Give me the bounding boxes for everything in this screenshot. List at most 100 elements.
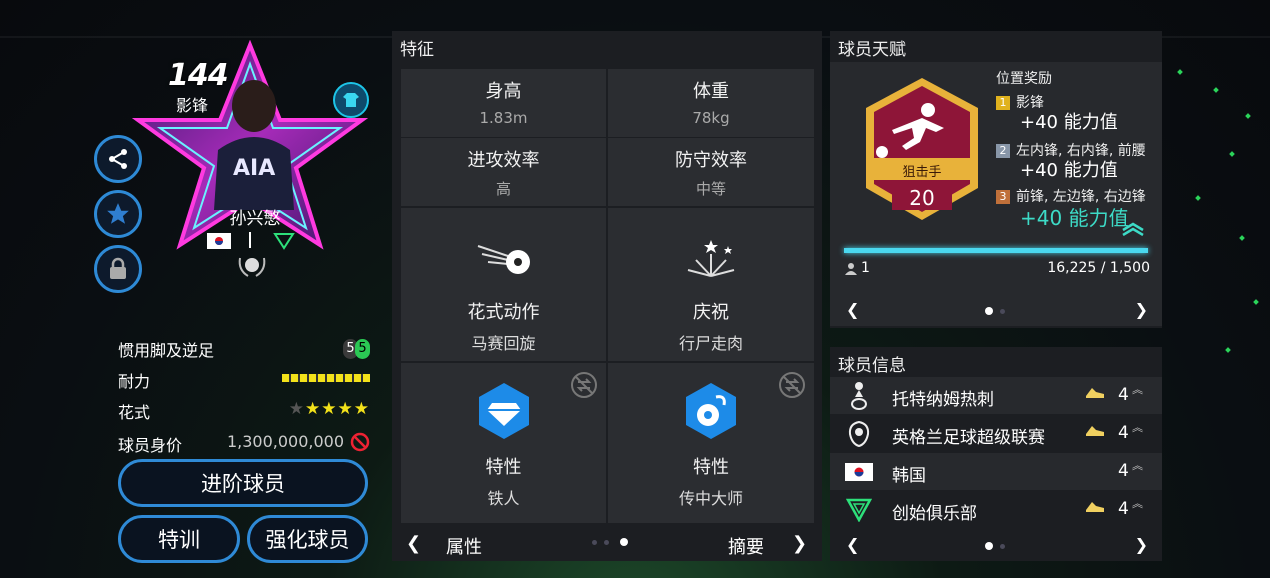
defense-rate-value: 中等 <box>695 180 726 198</box>
trait-cell-2[interactable]: 特性 传中大师 <box>608 363 814 523</box>
favorite-button[interactable] <box>94 190 142 238</box>
skill-star-icon: ★ <box>337 399 354 419</box>
share-icon <box>109 149 127 169</box>
stat-label: 花式 <box>118 403 151 422</box>
info-prev-arrow[interactable]: ❮ <box>846 535 859 554</box>
special-training-button[interactable]: 特训 <box>118 515 240 563</box>
talent-title: 球员天赋 <box>838 40 906 60</box>
trait-cell-1[interactable]: 特性 铁人 <box>401 363 606 523</box>
page-dot <box>592 540 597 545</box>
ball-icon <box>477 245 530 274</box>
weight-value: 78kg <box>692 109 730 127</box>
stat-row-foot: 惯用脚及逆足 55 <box>118 337 370 361</box>
page-dot <box>1000 309 1005 314</box>
talent-count: 1 <box>861 260 870 276</box>
player-info-panel: 球员信息 托特纳姆热刺 4 ︽ 英格兰足球超级联赛 4 ︽ 韩国 4 ︽ 创始俱… <box>830 347 1162 561</box>
diamond-icon <box>478 383 529 439</box>
stamina-fill <box>282 374 370 382</box>
no-sell-icon <box>350 432 370 456</box>
founding-club-icon <box>844 495 874 525</box>
rank-badge: 1 <box>996 96 1010 110</box>
swap-icon[interactable] <box>570 371 598 399</box>
founding-club-icon <box>273 233 295 250</box>
boot-icon <box>1084 424 1106 445</box>
talent-panel: 球员天赋 狙击手 20 位置奖励 1 影锋 +40 能力值 2 左内锋, 右内锋, … <box>830 31 1162 328</box>
stat-row-price: 球员身价 1,300,000,000 <box>118 432 370 456</box>
star-icon <box>107 203 129 224</box>
upgrade-arrow-icon <box>1122 222 1144 236</box>
celebration-cell[interactable]: 庆祝 行尸走肉 <box>608 208 814 361</box>
strengthen-player-button[interactable]: 强化球员 <box>247 515 368 563</box>
player-info-title: 球员信息 <box>838 356 906 376</box>
stamina-bar <box>282 374 370 382</box>
player-position: 影锋 <box>176 96 209 115</box>
bg-dot <box>1253 299 1259 305</box>
info-next-arrow[interactable]: ❯ <box>1135 535 1148 554</box>
weight-cell: 体重 78kg <box>608 69 814 137</box>
page-dot <box>1000 544 1005 549</box>
info-row-league[interactable]: 英格兰足球超级联赛 4 ︽ <box>830 415 1162 452</box>
talent-body: 狙击手 20 位置奖励 1 影锋 +40 能力值 2 左内锋, 右内锋, 前腰 +4… <box>830 62 1162 326</box>
features-footer: ❮ 属性 摘要 ❯ <box>392 527 822 561</box>
height-value: 1.83m <box>479 109 528 127</box>
defense-rate-label: 防守效率 <box>675 150 747 171</box>
trait-value: 传中大师 <box>678 489 743 508</box>
bg-dot <box>1239 235 1245 241</box>
bonus-value: +40 能力值 <box>1020 160 1118 181</box>
skill-move-cell[interactable]: 花式动作 马赛回旋 <box>401 208 606 361</box>
advance-player-button[interactable]: 进阶球员 <box>118 459 368 507</box>
skill-star-icon: ★ <box>353 399 370 419</box>
bg-dot <box>1195 195 1201 201</box>
next-page-arrow[interactable]: ❯ <box>792 533 807 554</box>
skill-move-label: 花式动作 <box>467 302 540 323</box>
talent-prev-arrow[interactable]: ❮ <box>846 300 859 319</box>
prev-page-arrow[interactable]: ❮ <box>406 533 421 554</box>
talent-progress-text: 16,225 / 1,500 <box>1047 260 1150 276</box>
attributes-tab[interactable]: 属性 <box>446 533 482 559</box>
trainee-icon <box>845 263 857 275</box>
talent-progress-fill <box>844 248 1148 253</box>
info-row-founding[interactable]: 创始俱乐部 4 ︽ <box>830 491 1162 528</box>
talent-badge-name: 狙击手 <box>902 165 942 180</box>
position-bonus-title: 位置奖励 <box>996 71 1052 87</box>
stat-row-stamina: 耐力 <box>118 368 370 392</box>
swap-icon[interactable] <box>778 371 806 399</box>
korea-flag-icon <box>844 457 874 487</box>
founding-club-name: 创始俱乐部 <box>892 504 977 524</box>
weak-foot-value: 5 <box>355 339 370 359</box>
talent-badge-level: 20 <box>909 186 935 210</box>
skill-star-icon: ★ <box>305 399 322 419</box>
features-panel: 特征 身高 1.83m 体重 78kg 进攻效率 高 防守效率 中等 花式动作 … <box>392 31 822 561</box>
share-button[interactable] <box>94 135 142 183</box>
celebration-label: 庆祝 <box>693 302 729 323</box>
chemistry-arrow-icon: ︽ <box>1132 497 1143 510</box>
talent-progress-bar <box>844 248 1148 253</box>
bg-dot <box>1177 69 1183 75</box>
bg-dot <box>1245 113 1251 119</box>
league-name: 英格兰足球超级联赛 <box>892 428 1045 448</box>
laurel-ball-icon <box>238 257 266 277</box>
korea-flag-icon <box>207 233 231 249</box>
rank-badge: 2 <box>996 144 1010 158</box>
defense-rate-cell: 防守效率 中等 <box>608 138 814 206</box>
summary-tab[interactable]: 摘要 <box>728 533 764 559</box>
premier-league-icon <box>844 419 874 449</box>
stat-label: 耐力 <box>118 372 151 391</box>
player-origin-row <box>207 232 297 250</box>
bg-dot <box>1213 87 1219 93</box>
club-shirt-icon[interactable] <box>333 82 369 118</box>
talent-next-arrow[interactable]: ❯ <box>1135 300 1148 319</box>
boot-icon <box>1084 386 1106 407</box>
skill-move-value: 马赛回旋 <box>471 334 536 353</box>
info-row-nation[interactable]: 韩国 4 ︽ <box>830 453 1162 490</box>
foot-values: 55 <box>343 337 370 359</box>
lock-button[interactable] <box>94 245 142 293</box>
page-dot-active <box>985 307 993 315</box>
height-cell: 身高 1.83m <box>401 69 606 137</box>
tottenham-crest-icon <box>844 381 874 411</box>
chemistry-level: 4 <box>1118 385 1129 405</box>
lock-icon <box>110 257 126 279</box>
skill-star-icon: ★ <box>321 399 338 419</box>
info-row-club[interactable]: 托特纳姆热刺 4 ︽ <box>830 377 1162 414</box>
skill-star-icon: ★ <box>288 399 305 419</box>
